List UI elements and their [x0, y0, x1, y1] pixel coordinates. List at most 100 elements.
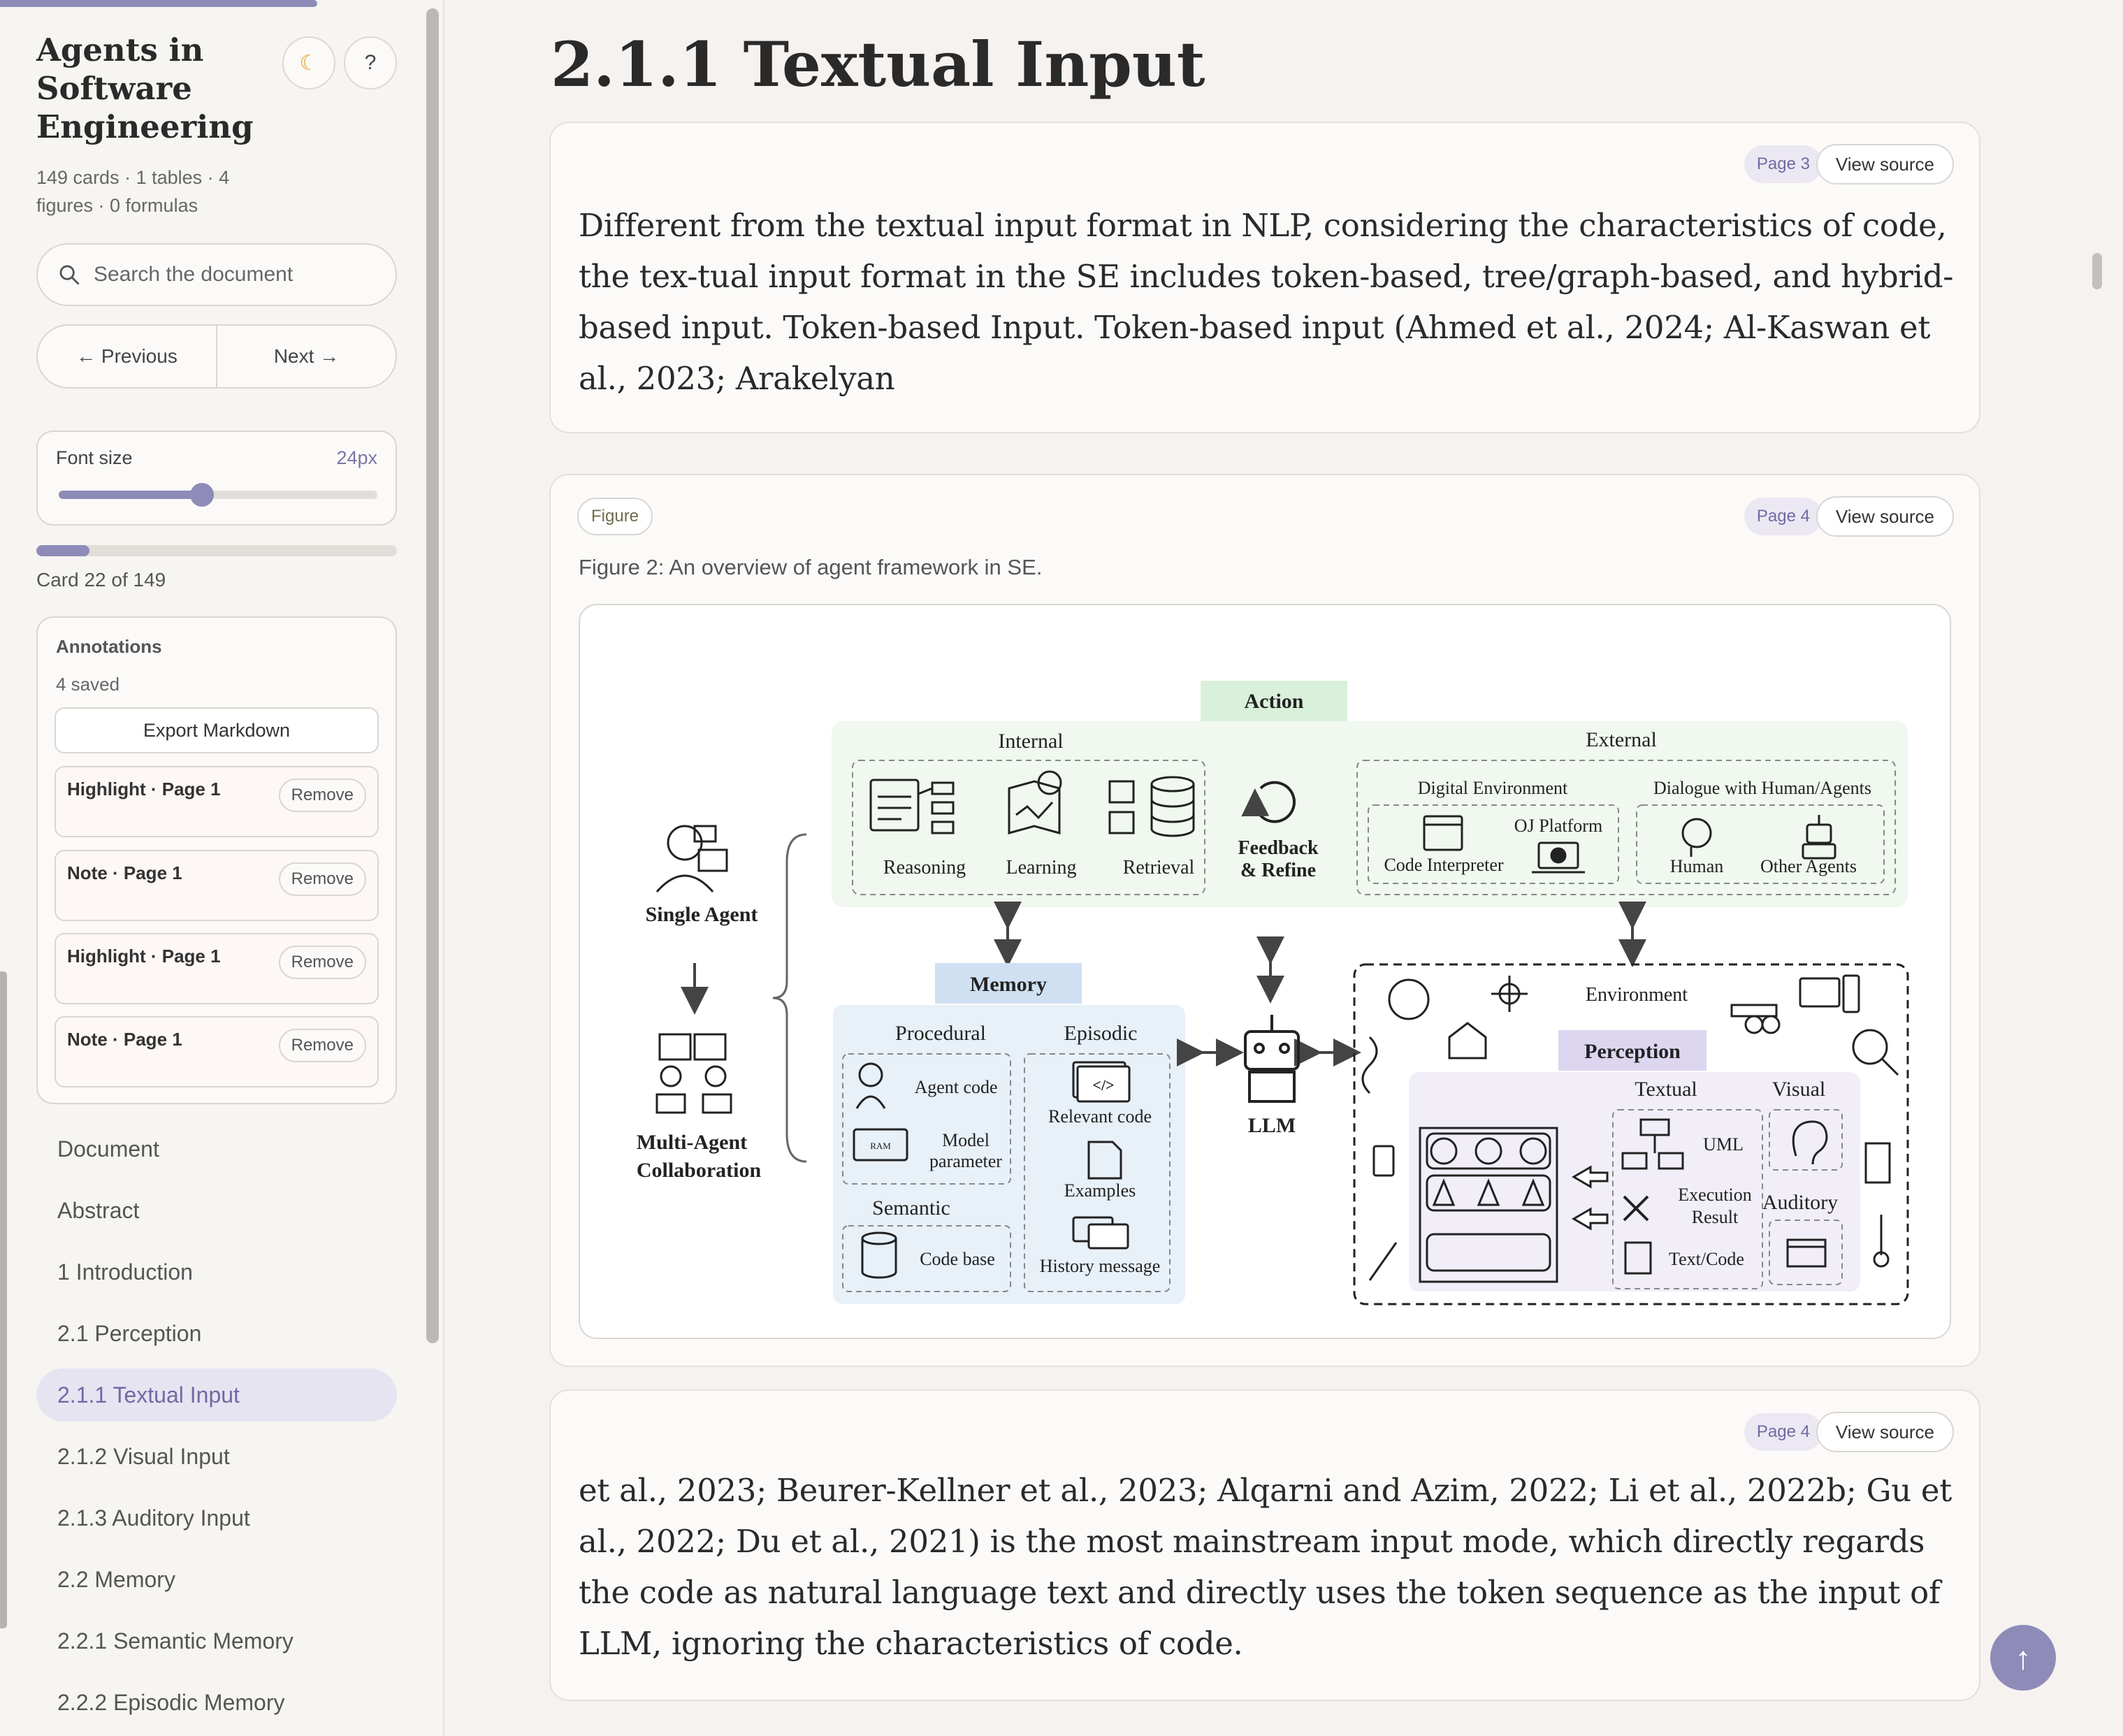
annotation-item[interactable]: Highlight · Page 1 Remove	[55, 933, 379, 1004]
annotation-label: Highlight · Page 1	[67, 779, 221, 800]
card-text: Different from the textual input format …	[579, 207, 1954, 397]
previous-button[interactable]: ← Previous	[38, 326, 217, 387]
magnifier-icon	[1852, 1029, 1899, 1076]
team-icon	[655, 1033, 732, 1114]
scroll-to-top-button[interactable]: ↑	[1990, 1625, 2056, 1691]
single-agent-label: Single Agent	[646, 903, 758, 926]
remove-annotation-button[interactable]: Remove	[278, 779, 366, 812]
perception-label: Perception	[1584, 1040, 1681, 1063]
font-size-slider-fill	[59, 491, 203, 499]
visual-label: Visual	[1772, 1078, 1826, 1101]
code-interpreter-label: Code Interpreter	[1384, 855, 1503, 875]
procedural-label: Procedural	[895, 1022, 986, 1045]
arrow-up-icon: ↑	[2015, 1640, 2031, 1676]
examples-label: Examples	[1064, 1180, 1136, 1201]
sidebar-scrollbar[interactable]	[426, 8, 439, 1343]
figure-tag: Figure	[577, 498, 653, 535]
model-label: Model	[942, 1130, 990, 1150]
remove-annotation-button[interactable]: Remove	[278, 1029, 366, 1062]
parameter-label: parameter	[929, 1151, 1002, 1171]
thermometer-icon	[1873, 1215, 1890, 1268]
house-icon	[1448, 1022, 1487, 1059]
toc-item-memory[interactable]: 2.2 Memory	[36, 1553, 397, 1606]
toc-item-episodic-memory[interactable]: 2.2.2 Episodic Memory	[36, 1676, 397, 1729]
building-icon	[1864, 1142, 1891, 1184]
text-code-label: Text/Code	[1669, 1249, 1744, 1269]
page-scrollbar[interactable]	[2092, 253, 2102, 289]
annotations-count: 4 saved	[56, 674, 120, 695]
reading-progress-bar	[36, 545, 397, 556]
font-size-slider-handle[interactable]	[190, 483, 215, 507]
annotation-item[interactable]: Note · Page 1 Remove	[55, 1016, 379, 1087]
figure-card: Figure Page 4 View source Figure 2: An o…	[549, 474, 1980, 1367]
cup-icon	[1372, 1145, 1395, 1177]
agent-code-label: Agent code	[914, 1077, 997, 1097]
history-message-label: History message	[1040, 1256, 1161, 1276]
toc-item-visual-input[interactable]: 2.1.2 Visual Input	[36, 1430, 397, 1483]
uml-label: UML	[1703, 1134, 1744, 1155]
toc-item-introduction[interactable]: 1 Introduction	[36, 1245, 397, 1299]
people-icon	[1730, 1004, 1781, 1034]
figure-caption: Figure 2: An overview of agent framework…	[579, 555, 1043, 579]
annotation-item[interactable]: Note · Page 1 Remove	[55, 850, 379, 921]
relevant-code-label: Relevant code	[1048, 1106, 1152, 1127]
document-title: Agents in Software Engineering	[36, 31, 254, 145]
view-source-button[interactable]: View source	[1816, 496, 1954, 537]
help-button[interactable]: ?	[344, 36, 397, 89]
llm-robot-icon	[1244, 1015, 1300, 1103]
window-edge-scrollbar[interactable]	[0, 971, 7, 1628]
annotations-panel: Annotations 4 saved Export Markdown High…	[36, 616, 397, 1104]
code-base-label: Code base	[920, 1249, 995, 1269]
toc-item-auditory-input[interactable]: 2.1.3 Auditory Input	[36, 1491, 397, 1545]
other-agents-label: Other Agents	[1760, 856, 1857, 876]
remove-annotation-button[interactable]: Remove	[278, 862, 366, 896]
view-source-button[interactable]: View source	[1816, 1412, 1954, 1452]
page-badge: Page 3	[1744, 145, 1823, 183]
theme-toggle-button[interactable]: ☾	[282, 36, 335, 89]
font-size-value: 24px	[336, 447, 377, 468]
environment-label: Environment	[1586, 984, 1688, 1006]
card-text: et al., 2023; Beurer-Kellner et al., 202…	[579, 1472, 1952, 1662]
search-icon	[59, 265, 80, 285]
font-size-label: Font size	[56, 447, 133, 468]
annotations-title: Annotations	[56, 636, 162, 657]
episodic-label: Episodic	[1064, 1022, 1138, 1045]
digital-environment-label: Digital Environment	[1418, 778, 1568, 798]
page-badge: Page 4	[1744, 1413, 1823, 1451]
memory-label: Memory	[970, 973, 1047, 996]
moon-icon: ☾	[299, 51, 319, 75]
next-button[interactable]: Next →	[217, 326, 396, 387]
search-input[interactable]	[94, 263, 387, 287]
help-icon: ?	[364, 51, 377, 74]
auditory-label: Auditory	[1762, 1191, 1838, 1214]
sidebar: Agents in Software Engineering ☾ ? 149 c…	[0, 0, 444, 1736]
font-size-slider[interactable]	[59, 491, 377, 499]
external-label: External	[1586, 728, 1657, 751]
result-label: Result	[1692, 1207, 1739, 1227]
card-counter: Card 22 of 149	[36, 569, 166, 591]
document-stats: 149 cards · 1 tables · 4 figures · 0 for…	[36, 167, 230, 216]
multi-agent-label: Multi-Agent	[637, 1131, 747, 1154]
internal-label: Internal	[998, 730, 1063, 753]
annotation-label: Note · Page 1	[67, 1029, 182, 1050]
dialogue-label: Dialogue with Human/Agents	[1653, 778, 1871, 798]
toc-item-perception[interactable]: 2.1 Perception	[36, 1307, 397, 1360]
collaboration-label: Collaboration	[637, 1159, 762, 1182]
feedback-label: Feedback	[1238, 837, 1319, 859]
toc-item-semantic-memory[interactable]: 2.2.1 Semantic Memory	[36, 1614, 397, 1668]
sun-icon	[1491, 976, 1528, 1012]
search-box[interactable]	[36, 243, 397, 306]
text-card: Page 3 View source Different from the te…	[549, 122, 1980, 433]
annotation-item[interactable]: Highlight · Page 1 Remove	[55, 766, 379, 837]
view-source-button[interactable]: View source	[1816, 144, 1954, 185]
table-of-contents: Document Abstract 1 Introduction 2.1 Per…	[36, 1122, 397, 1736]
remove-annotation-button[interactable]: Remove	[278, 946, 366, 979]
retrieval-label: Retrieval	[1123, 857, 1195, 878]
toc-item-document[interactable]: Document	[36, 1122, 397, 1176]
toc-item-abstract[interactable]: Abstract	[36, 1184, 397, 1237]
llm-label: LLM	[1248, 1114, 1296, 1137]
toc-item-textual-input[interactable]: 2.1.1 Textual Input	[36, 1368, 397, 1422]
export-markdown-button[interactable]: Export Markdown	[55, 707, 379, 753]
refine-label: & Refine	[1240, 860, 1316, 881]
text-card: Page 4 View source et al., 2023; Beurer-…	[549, 1389, 1980, 1701]
